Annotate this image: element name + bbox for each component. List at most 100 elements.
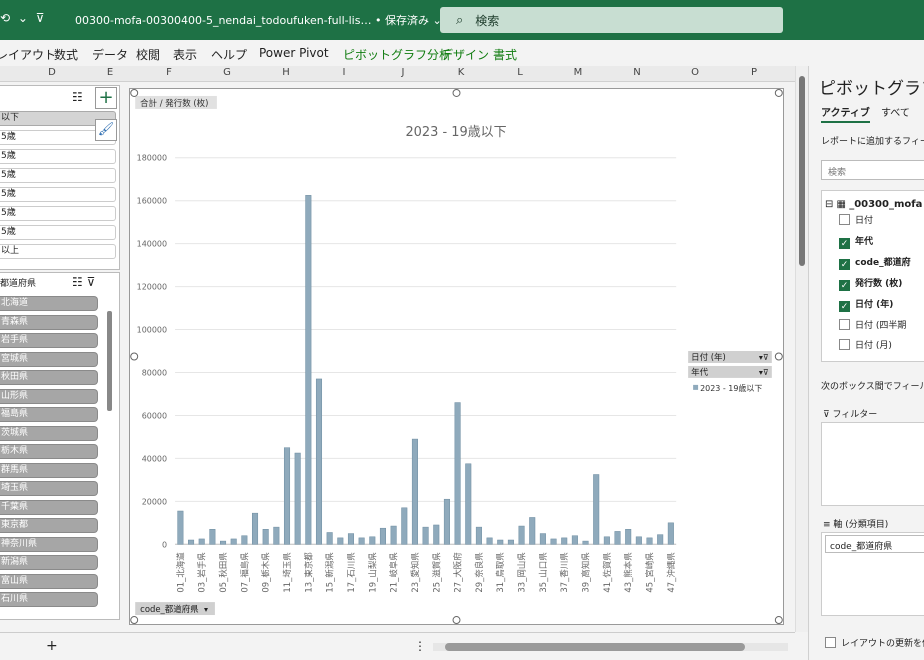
more-icon[interactable]: ⋮ xyxy=(414,639,426,653)
slicer-item[interactable]: 5歳 xyxy=(0,187,116,202)
bar[interactable] xyxy=(369,536,376,545)
bar[interactable] xyxy=(262,529,269,545)
checkbox[interactable] xyxy=(825,637,836,648)
field-item[interactable]: 日付 (四半期 xyxy=(839,318,906,331)
column-header[interactable]: K xyxy=(432,67,490,78)
resize-handle[interactable] xyxy=(774,352,783,361)
slicer-item[interactable]: 5歳 xyxy=(0,225,116,240)
slicer-item[interactable]: 以上 xyxy=(0,244,116,259)
bar[interactable] xyxy=(177,510,184,545)
pivot-chart[interactable]: 合計 / 発行数 (枚) 2023 - 19歳以下 0 20000 40000 600… xyxy=(129,88,784,625)
column-header[interactable]: M xyxy=(549,67,607,78)
bar[interactable] xyxy=(251,512,259,545)
bar[interactable] xyxy=(539,533,546,545)
slicer-item[interactable]: 東京都 xyxy=(0,518,98,533)
tab-all[interactable]: すべて xyxy=(881,104,910,119)
bar[interactable] xyxy=(379,527,386,545)
vertical-scrollbar[interactable] xyxy=(795,66,808,632)
tab-help[interactable]: ヘルプ xyxy=(211,46,247,63)
multi-select-icon[interactable]: ☷ xyxy=(72,90,83,104)
field-item[interactable]: ✓ 年代 xyxy=(839,234,873,249)
bar[interactable] xyxy=(315,378,323,545)
tab-data[interactable]: データ xyxy=(92,46,128,63)
slicer-item[interactable]: 5歳 xyxy=(0,206,116,221)
slicer-item[interactable]: 岩手県 xyxy=(0,333,98,348)
bar[interactable] xyxy=(603,536,610,545)
bar[interactable] xyxy=(401,507,408,545)
bar[interactable] xyxy=(337,537,344,545)
resize-handle[interactable] xyxy=(774,616,783,624)
scroll-thumb[interactable] xyxy=(799,76,805,266)
bar[interactable] xyxy=(550,538,557,545)
bar[interactable] xyxy=(230,538,237,545)
slicer-item[interactable]: 神奈川県 xyxy=(0,537,98,552)
quick-access-toolbar[interactable]: ⟲ ⌄ ⊽ xyxy=(0,11,47,25)
chart-styles-button[interactable]: 🖌 xyxy=(95,119,117,141)
search-box[interactable]: ⌕ 検索 xyxy=(440,7,783,33)
slicer-item[interactable]: 栃木県 xyxy=(0,444,98,459)
tab-design[interactable]: デザイン xyxy=(441,46,489,63)
slicer-item[interactable]: 新潟県 xyxy=(0,555,98,570)
tab-active[interactable]: アクティブ xyxy=(821,104,870,123)
bar[interactable] xyxy=(625,529,632,545)
slicer-item[interactable]: 千葉県 xyxy=(0,500,98,515)
bar[interactable] xyxy=(411,438,418,545)
checkbox[interactable]: ✓ xyxy=(839,301,850,312)
chart-title[interactable]: 2023 - 19歳以下 xyxy=(405,125,506,140)
bar[interactable] xyxy=(422,526,429,545)
bar[interactable] xyxy=(497,539,504,545)
tab-view[interactable]: 表示 xyxy=(173,46,197,63)
column-header[interactable]: D xyxy=(23,67,81,78)
bar[interactable] xyxy=(294,452,301,545)
slicer-item[interactable]: 5歳 xyxy=(0,168,116,183)
column-header[interactable]: L xyxy=(491,67,549,78)
bar[interactable] xyxy=(507,539,514,545)
slicer-item[interactable]: 群馬県 xyxy=(0,463,98,478)
field-item[interactable]: 日付 (月) xyxy=(839,338,892,351)
defer-update[interactable]: レイアウトの更新を保 xyxy=(825,636,924,649)
field-search-input[interactable]: 検索 xyxy=(821,160,924,180)
bar[interactable] xyxy=(646,537,653,545)
bar[interactable] xyxy=(593,474,600,545)
slicer-scrollbar[interactable] xyxy=(107,311,112,411)
resize-handle[interactable] xyxy=(130,352,139,361)
checkbox[interactable] xyxy=(839,319,850,330)
slicer-item[interactable]: 山形県 xyxy=(0,389,98,404)
bar[interactable] xyxy=(582,540,589,545)
resize-handle[interactable] xyxy=(130,89,139,97)
tab-power-pivot[interactable]: Power Pivot xyxy=(259,46,329,60)
slicer-item[interactable]: 北海道 xyxy=(0,296,98,311)
horizontal-scrollbar[interactable] xyxy=(433,643,788,651)
multi-select-icon[interactable]: ☷ ⊽ xyxy=(72,275,95,289)
resize-handle[interactable] xyxy=(452,616,461,624)
column-header[interactable]: G xyxy=(198,67,256,78)
resize-handle[interactable] xyxy=(452,89,461,97)
slicer-item[interactable]: 茨城県 xyxy=(0,426,98,441)
resize-handle[interactable] xyxy=(130,616,139,624)
bar[interactable] xyxy=(188,539,195,545)
legend-label[interactable]: 2023 - 19歳以下 xyxy=(700,383,762,393)
slicer-item[interactable]: 5歳 xyxy=(0,149,116,164)
bar[interactable] xyxy=(358,537,365,545)
checkbox[interactable]: ✓ xyxy=(839,259,850,270)
bar[interactable] xyxy=(475,526,482,545)
column-header[interactable]: P xyxy=(725,67,783,78)
column-header[interactable]: N xyxy=(608,67,666,78)
slicer-item[interactable]: 富山県 xyxy=(0,574,98,589)
slicer-item[interactable]: 秋田県 xyxy=(0,370,98,385)
bar[interactable] xyxy=(241,535,248,545)
tab-layout[interactable]: レイアウト xyxy=(0,46,56,63)
slicer-item[interactable]: 石川県 xyxy=(0,592,98,607)
bar[interactable] xyxy=(465,463,472,545)
bar[interactable] xyxy=(347,533,355,545)
bar[interactable] xyxy=(273,526,280,545)
bar[interactable] xyxy=(454,402,461,545)
slicer-item[interactable]: 青森県 xyxy=(0,315,98,330)
bar[interactable] xyxy=(667,522,674,545)
bar[interactable] xyxy=(529,517,536,545)
bar[interactable] xyxy=(657,534,664,545)
bar[interactable] xyxy=(198,538,205,545)
bar[interactable] xyxy=(220,540,227,545)
bar[interactable] xyxy=(443,498,450,545)
tab-review[interactable]: 校閲 xyxy=(136,46,160,63)
